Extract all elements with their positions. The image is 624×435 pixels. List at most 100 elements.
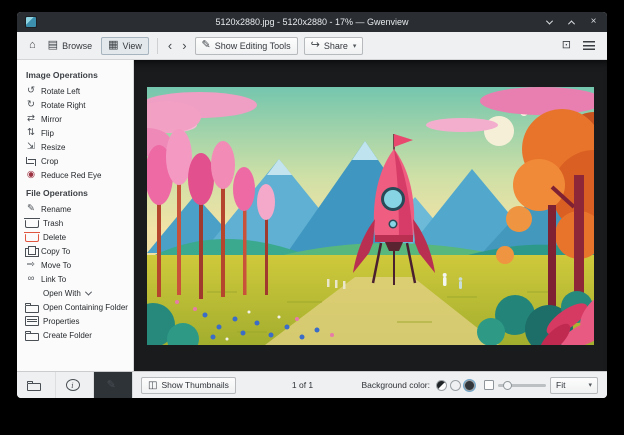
section-header: File Operations <box>26 188 88 198</box>
rotate-right-icon: ↻ <box>27 99 35 111</box>
browse-label: Browse <box>62 40 93 51</box>
zoom-slider-handle[interactable] <box>503 381 512 390</box>
sidebar-item-label: Open With <box>43 288 81 298</box>
sidebar-item-open-containing-folder[interactable]: Open Containing Folder <box>17 300 133 314</box>
sidebar-item-label: Link To <box>41 274 67 284</box>
operations-sidebar: Image Operations ↺ Rotate Left ↻ Rotate Righ… <box>17 60 134 371</box>
share-icon: ↪ <box>310 39 320 51</box>
app-icon <box>25 16 37 28</box>
show-thumbnails-label: Show Thumbnails <box>161 380 229 390</box>
sidebar-item-label: Reduce Red Eye <box>41 170 102 180</box>
share-label: Share <box>323 40 348 51</box>
sidebar-item-reduce-red-eye[interactable]: ◉ Reduce Red Eye <box>17 168 133 182</box>
chevron-down-icon: ▾ <box>352 42 357 50</box>
pencil-icon: ✎ <box>106 378 116 391</box>
toolbar-separator <box>156 37 158 54</box>
sidebar-item-resize[interactable]: ⇲ Resize <box>17 140 133 154</box>
create-folder-icon <box>25 330 39 341</box>
content-area: Image Operations ↺ Rotate Left ↻ Rotate Righ… <box>17 60 607 371</box>
close-button[interactable]: × <box>588 17 599 28</box>
forward-button[interactable]: › <box>180 37 188 55</box>
sidebar-sections: Image Operations ↺ Rotate Left ↻ Rotate Righ… <box>17 64 133 342</box>
share-button[interactable]: ↪ Share ▾ <box>303 36 364 55</box>
sidebar-tab-information[interactable]: i <box>56 372 95 398</box>
background-swatch-auto[interactable] <box>436 379 447 391</box>
back-button[interactable]: ‹ <box>166 37 174 55</box>
minimize-button[interactable] <box>544 17 555 28</box>
statusbar: i ✎ ◫ Show Thumbnails 1 of 1 Background c… <box>17 371 607 398</box>
sidebar-item-flip[interactable]: ⇅ Flip <box>17 126 133 140</box>
rename-icon: ✎ <box>27 203 35 215</box>
fullscreen-icon: ⊡ <box>561 39 571 51</box>
zoom-lock-checkbox[interactable] <box>484 380 494 390</box>
view-button[interactable]: ▦ View <box>101 36 149 55</box>
sidebar-item-crop[interactable]: Crop <box>17 154 133 168</box>
copy-to-icon <box>25 245 39 257</box>
section-header: Image Operations <box>26 70 98 80</box>
sidebar-item-trash[interactable]: Trash <box>17 216 133 230</box>
show-editing-tools-button[interactable]: ✎ Show Editing Tools <box>194 36 298 55</box>
zoom-slider[interactable] <box>498 379 546 391</box>
fullscreen-button[interactable]: ⊡ <box>559 37 574 55</box>
folder-icon <box>26 380 41 391</box>
sidebar-item-open-with[interactable]: Open With <box>17 286 133 300</box>
toolbar: ⌂ ▤ Browse ▦ View ‹ › ✎ Show Editing Too… <box>17 32 607 60</box>
window-title: 5120x2880.jpg - 5120x2880 - 17% — Gwenvi… <box>215 17 409 27</box>
info-icon: i <box>65 379 80 391</box>
properties-icon <box>25 316 39 326</box>
sidebar-item-link-to[interactable]: ∞ Link To <box>17 272 133 286</box>
show-thumbnails-button[interactable]: ◫ Show Thumbnails <box>141 376 236 394</box>
sidebar-item-rotate-right[interactable]: ↻ Rotate Right <box>17 98 133 112</box>
image-viewer[interactable] <box>134 60 607 371</box>
sidebar-item-label: Trash <box>43 218 64 228</box>
sidebar-tab-folders[interactable] <box>17 372 56 398</box>
view-label: View <box>122 40 142 51</box>
sidebar-item-label: Open Containing Folder <box>43 302 128 312</box>
hamburger-icon <box>583 41 595 50</box>
trash-icon <box>24 217 40 228</box>
browse-button[interactable]: ▤ Browse <box>45 37 95 55</box>
sidebar-item-rotate-left[interactable]: ↺ Rotate Left <box>17 84 133 98</box>
background-swatch-light[interactable] <box>450 379 461 391</box>
move-to-icon: ⇨ <box>27 259 35 271</box>
sidebar-item-rename[interactable]: ✎ Rename <box>17 202 133 216</box>
minimize-icon <box>545 17 554 25</box>
sidebar-item-label: Copy To <box>41 246 71 256</box>
flip-icon: ⇅ <box>27 127 35 139</box>
zoom-mode-select[interactable]: Fit ▾ <box>550 376 598 394</box>
viewer-image <box>147 86 594 345</box>
maximize-button[interactable] <box>566 17 577 28</box>
home-button[interactable]: ⌂ <box>26 37 39 55</box>
sidebar-item-label: Create Folder <box>43 330 92 340</box>
crop-icon <box>25 156 37 166</box>
sidebar-item-label: Rotate Left <box>41 86 81 96</box>
sidebar-item-properties[interactable]: Properties <box>17 314 133 328</box>
sidebar-item-delete[interactable]: Delete <box>17 230 133 244</box>
background-swatch-dark[interactable] <box>464 379 475 391</box>
titlebar[interactable]: 5120x2880.jpg - 5120x2880 - 17% — Gwenvi… <box>17 12 607 32</box>
pencil-icon: ✎ <box>201 39 211 51</box>
home-icon: ⌂ <box>29 39 36 51</box>
sidebar-item-label: Rotate Right <box>41 100 86 110</box>
sidebar-item-mirror[interactable]: ⇄ Mirror <box>17 112 133 126</box>
sidebar-item-copy-to[interactable]: Copy To <box>17 244 133 258</box>
zoom-mode-value: Fit <box>556 380 566 390</box>
link-to-icon: ∞ <box>27 273 35 285</box>
sidebar-item-move-to[interactable]: ⇨ Move To <box>17 258 133 272</box>
open-containing-folder-icon <box>25 302 39 313</box>
rotate-left-icon: ↺ <box>27 85 35 97</box>
sidebar-item-create-folder[interactable]: Create Folder <box>17 328 133 342</box>
sidebar-item-label: Move To <box>41 260 72 270</box>
sidebar-item-label: Flip <box>41 128 54 138</box>
maximize-icon <box>567 19 576 27</box>
delete-icon <box>24 231 40 242</box>
browse-icon: ▤ <box>47 39 59 51</box>
menu-button[interactable] <box>580 37 598 55</box>
gwenview-window: 5120x2880.jpg - 5120x2880 - 17% — Gwenvi… <box>17 12 607 398</box>
show-editing-tools-label: Show Editing Tools <box>214 40 291 51</box>
sidebar-item-label: Delete <box>43 232 67 242</box>
sidebar-tab-operations[interactable]: ✎ <box>94 372 133 398</box>
swatch-group <box>436 379 475 391</box>
sidebar-item-label: Properties <box>43 316 80 326</box>
reduce-red-eye-icon: ◉ <box>26 169 36 181</box>
